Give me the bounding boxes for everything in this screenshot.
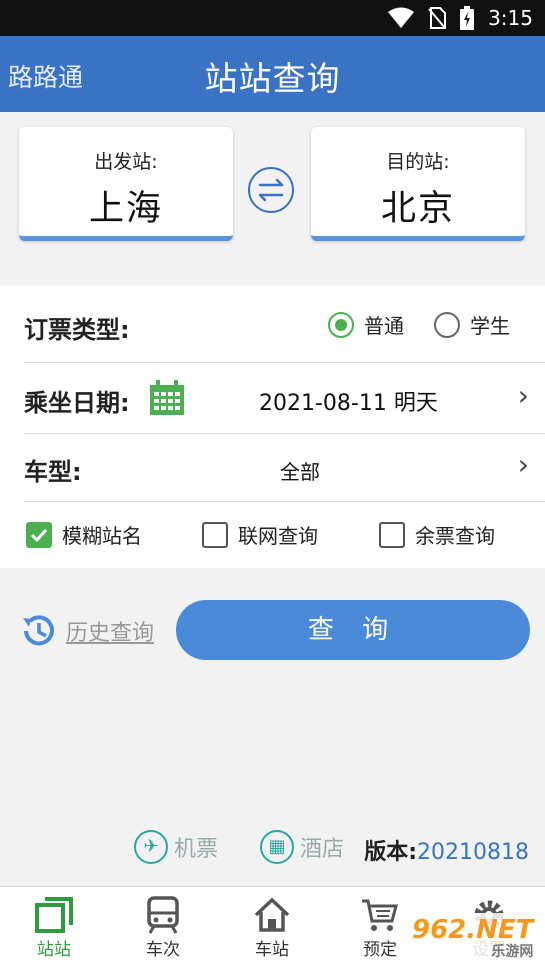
cart-icon: [362, 899, 398, 931]
from-station-card[interactable]: 出发站: 上海: [19, 127, 233, 241]
checkbox-unchecked-icon: [379, 521, 405, 548]
watermark-text: 962.NET 乐游网: [412, 915, 533, 961]
checkbox-online-query-label: 联网查询: [238, 524, 318, 548]
radio-student[interactable]: 学生: [434, 310, 510, 339]
actions-row: 历史查询 查 询: [0, 600, 545, 660]
tab-station[interactable]: 站站: [14, 895, 94, 960]
bottom-tab-bar: 站站 车次 车站 预定 设置 962.NET乐游网: [0, 886, 545, 971]
radio-student-label: 学生: [470, 314, 510, 338]
version-label: 版本:: [364, 840, 418, 865]
airplane-icon: ✈: [134, 830, 168, 864]
checkbox-unchecked-icon: [202, 521, 228, 548]
checkbox-online-query[interactable]: 联网查询: [202, 520, 318, 549]
checkbox-remaining-tickets[interactable]: 余票查询: [379, 520, 495, 549]
query-button[interactable]: 查 询: [176, 600, 530, 660]
station-selector: 出发站: 上海 目的站: 北京: [0, 112, 545, 286]
train-type-row[interactable]: 车型: 全部 ›: [24, 434, 545, 502]
chevron-right-icon: ›: [517, 448, 529, 481]
radio-unchecked-icon: [434, 311, 460, 338]
flight-link[interactable]: ✈ 机票: [134, 830, 218, 864]
checkbox-checked-icon: [26, 521, 52, 548]
to-station-card[interactable]: 目的站: 北京: [311, 127, 525, 241]
swap-icon: [258, 178, 284, 202]
from-station-label: 出发站:: [94, 151, 158, 173]
train-icon: [147, 896, 179, 934]
date-value: 2021-08-11 明天: [259, 391, 438, 416]
train-type-value: 全部: [280, 460, 320, 484]
checkbox-fuzzy-name-label: 模糊站名: [62, 524, 142, 548]
ticket-type-label: 订票类型:: [24, 316, 130, 344]
tab-stations-label: 车站: [255, 940, 289, 960]
ticket-type-row: 订票类型: 普通 学生: [24, 286, 545, 363]
radio-normal[interactable]: 普通: [328, 310, 404, 339]
hotel-icon: ▦: [260, 830, 294, 864]
station-icon: [35, 897, 73, 933]
from-station-value: 上海: [88, 189, 163, 229]
tab-train[interactable]: 车次: [123, 895, 203, 960]
date-label: 乘坐日期:: [24, 389, 130, 417]
no-sim-icon: [428, 7, 447, 29]
query-form: 订票类型: 普通 学生 乘坐日期: 2021-08-11 明天 › 车型: 全部…: [0, 286, 545, 568]
history-query-link[interactable]: 历史查询: [18, 610, 154, 652]
footer-links: ✈ 机票 ▦ 酒店 版本:20210818: [0, 826, 545, 870]
options-row: 模糊站名 联网查询 余票查询: [0, 502, 545, 568]
status-time: 3:15: [488, 6, 533, 30]
version-info: 版本:20210818: [364, 834, 529, 866]
battery-icon: [460, 6, 475, 30]
tab-train-label: 车次: [146, 940, 180, 960]
date-row[interactable]: 乘坐日期: 2021-08-11 明天 ›: [24, 363, 545, 434]
train-type-label: 车型:: [24, 458, 82, 486]
to-station-value: 北京: [380, 189, 455, 229]
calendar-icon: [150, 380, 184, 415]
version-value: 20210818: [417, 840, 529, 865]
wifi-icon: [388, 7, 415, 28]
radio-normal-label: 普通: [364, 314, 404, 338]
hotel-label: 酒店: [300, 837, 345, 862]
flight-label: 机票: [174, 837, 219, 862]
watermark: 962.NET 乐游网: [408, 913, 538, 965]
home-icon: [254, 897, 290, 932]
checkbox-remaining-tickets-label: 余票查询: [415, 524, 495, 548]
status-icons: 3:15: [388, 6, 533, 30]
tab-stations[interactable]: 车站: [232, 895, 312, 960]
page-title: 站站查询: [204, 59, 341, 98]
hotel-link[interactable]: ▦ 酒店: [260, 830, 344, 864]
to-station-label: 目的站:: [386, 151, 450, 173]
swap-stations-button[interactable]: [248, 167, 294, 213]
radio-checked-icon: [328, 311, 354, 338]
checkbox-fuzzy-name[interactable]: 模糊站名: [26, 520, 142, 549]
tab-station-label: 站站: [37, 940, 71, 960]
chevron-right-icon: ›: [517, 379, 529, 412]
status-bar: 3:15: [0, 0, 545, 36]
history-query-label: 历史查询: [66, 621, 155, 646]
history-icon: [23, 615, 54, 646]
app-header: 路路通 站站查询: [0, 36, 545, 112]
